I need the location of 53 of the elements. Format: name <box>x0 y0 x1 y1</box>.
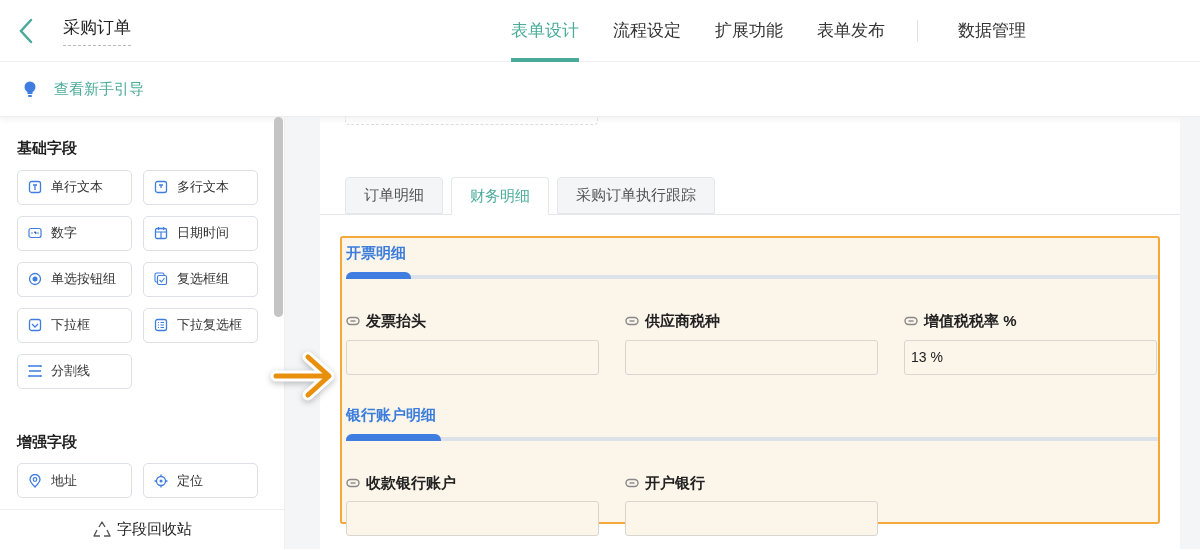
section-accent-bar <box>346 272 411 279</box>
number-field-icon <box>28 226 42 240</box>
recycle-icon <box>92 521 111 538</box>
divider-icon <box>28 364 42 378</box>
map-pin-icon <box>28 473 42 488</box>
nav-tab[interactable]: 表单发布 <box>817 0 885 62</box>
calendar-icon <box>154 226 168 240</box>
form-title[interactable]: 采购订单 <box>63 15 131 46</box>
field-type-button[interactable]: 下拉复选框 <box>143 307 258 343</box>
field-label: 发票抬头 <box>366 311 426 331</box>
section-title: 银行账户明细 <box>346 404 436 425</box>
nav-tab[interactable]: 流程设定 <box>613 0 681 62</box>
input-field[interactable] <box>625 501 878 536</box>
section-title: 开票明细 <box>346 243 406 263</box>
field-label: 收款银行账户 <box>366 472 456 493</box>
nav-tab[interactable]: 数据管理 <box>958 0 1026 62</box>
field-type-button[interactable]: 分割线 <box>17 353 132 389</box>
field-type-button[interactable]: 下拉框 <box>17 307 132 343</box>
input-field[interactable] <box>346 339 599 375</box>
tab[interactable]: 采购订单执行跟踪 <box>557 177 715 214</box>
input-field[interactable] <box>625 339 878 375</box>
field-label: 供应商税种 <box>645 311 720 331</box>
field-type-button[interactable]: 地址 <box>17 463 132 498</box>
input-field[interactable] <box>346 501 599 536</box>
section-heading: 增强字段 <box>17 431 78 452</box>
text-field-icon <box>154 180 168 194</box>
checkbox-icon <box>154 272 168 286</box>
text-field-icon <box>28 180 42 194</box>
field-label: 开户银行 <box>645 472 705 493</box>
scrollbar-thumb[interactable] <box>274 117 283 317</box>
link-icon <box>346 315 360 328</box>
input-field[interactable]: 13 % <box>904 339 1157 375</box>
back-icon[interactable] <box>18 17 34 44</box>
crosshair-icon <box>154 473 168 488</box>
radio-icon <box>28 272 42 286</box>
field-type-button[interactable]: 数字 <box>17 215 132 251</box>
field-type-button[interactable]: 定位 <box>143 463 258 498</box>
field-type-button[interactable]: 日期时间 <box>143 215 258 251</box>
list-icon <box>154 318 168 332</box>
nav-tab[interactable]: 扩展功能 <box>715 0 783 62</box>
field-type-button[interactable]: 单行文本 <box>17 169 132 205</box>
link-icon <box>625 476 639 489</box>
tab[interactable]: 订单明细 <box>345 177 443 214</box>
link-icon <box>904 315 918 328</box>
link-icon <box>625 315 639 328</box>
field-label: 增值税税率 % <box>924 311 1017 331</box>
dropdown-icon <box>28 318 42 332</box>
field-type-button[interactable]: 单选按钮组 <box>17 261 132 297</box>
field-type-button[interactable]: 多行文本 <box>143 169 258 205</box>
lightbulb-icon <box>24 80 36 98</box>
section-heading: 基础字段 <box>17 138 78 158</box>
link-icon <box>346 476 360 489</box>
field-type-button[interactable]: 复选框组 <box>143 261 258 297</box>
